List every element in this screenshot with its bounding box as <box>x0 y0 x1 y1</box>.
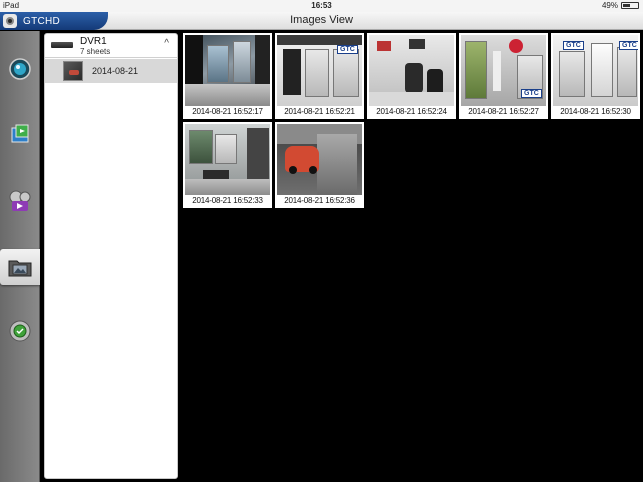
device-row-dvr1[interactable]: DVR1 7 sheets ^ <box>45 34 177 58</box>
image-tile[interactable]: 2014-08-21 16:52:36 <box>275 122 364 208</box>
image-folder-icon <box>8 260 32 277</box>
snapshot-image <box>185 35 270 106</box>
date-thumbnail <box>63 61 83 81</box>
video-icon <box>9 190 31 211</box>
snapshot-timestamp: 2014-08-21 16:52:27 <box>468 107 539 116</box>
device-image-count: 7 sheets <box>80 47 111 56</box>
image-tile[interactable]: GTC GTC 2014-08-21 16:52:30 <box>551 33 640 119</box>
date-row[interactable]: 2014-08-21 <box>45 59 177 83</box>
settings-icon <box>9 320 31 342</box>
image-tile[interactable]: GTC 2014-08-21 16:52:27 <box>459 33 548 119</box>
date-label: 2014-08-21 <box>92 66 139 76</box>
live-view-icon <box>9 58 31 80</box>
snapshot-image: GTC <box>277 35 362 106</box>
sidebar-item-settings[interactable] <box>2 313 38 349</box>
snapshot-image <box>185 124 270 195</box>
device-name: DVR1 <box>80 36 107 47</box>
sidebar-item-playback[interactable] <box>2 116 38 152</box>
image-tile[interactable]: 2014-08-21 16:52:17 <box>183 33 272 119</box>
battery-percent: 49% <box>601 1 618 10</box>
snapshot-timestamp: 2014-08-21 16:52:36 <box>284 196 355 205</box>
snapshot-timestamp: 2014-08-21 16:52:33 <box>192 196 263 205</box>
dvr-device-icon <box>51 42 73 48</box>
chevron-up-icon[interactable]: ^ <box>164 38 169 49</box>
sidebar-item-live-view[interactable] <box>2 51 38 87</box>
battery-icon <box>621 2 639 9</box>
status-bar: iPad 16:53 49% <box>0 0 643 12</box>
nav-bar: GTCHD Images View <box>0 12 643 30</box>
snapshot-image <box>277 124 362 195</box>
snapshot-image: GTC GTC <box>553 35 638 106</box>
image-tile[interactable]: 2014-08-21 16:52:24 <box>367 33 456 119</box>
image-tile[interactable]: GTC 2014-08-21 16:52:21 <box>275 33 364 119</box>
battery-indicator: 49% <box>602 1 639 10</box>
snapshot-timestamp: 2014-08-21 16:52:30 <box>560 107 631 116</box>
snapshot-timestamp: 2014-08-21 16:52:24 <box>376 107 447 116</box>
page-title: Images View <box>290 14 353 26</box>
sidebar-item-video[interactable] <box>2 183 38 219</box>
snapshot-timestamp: 2014-08-21 16:52:21 <box>284 107 355 116</box>
sidebar <box>0 31 40 482</box>
snapshot-image: GTC <box>461 35 546 106</box>
playback-icon <box>11 124 29 143</box>
image-grid: 2014-08-21 16:52:17 GTC 2014-08-21 16:52… <box>181 31 643 482</box>
device-tree-panel: DVR1 7 sheets ^ 2014-08-21 <box>44 33 178 479</box>
sidebar-item-images[interactable] <box>0 249 40 285</box>
snapshot-timestamp: 2014-08-21 16:52:17 <box>192 107 263 116</box>
image-tile[interactable]: 2014-08-21 16:52:33 <box>183 122 272 208</box>
status-time: 16:53 <box>311 1 332 10</box>
snapshot-image <box>369 35 454 106</box>
